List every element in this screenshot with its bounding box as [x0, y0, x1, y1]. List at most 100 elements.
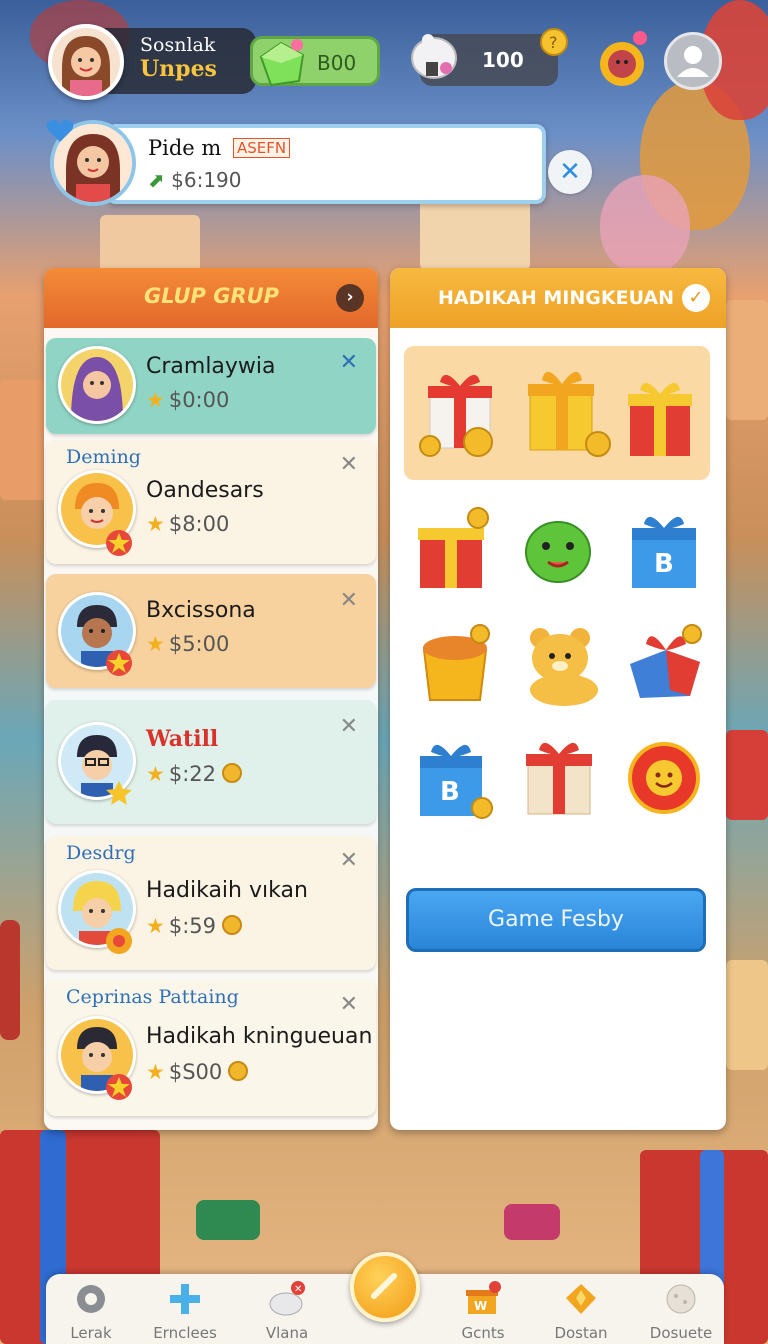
star-icon: ★ — [146, 762, 165, 786]
coin-count: 100 — [482, 48, 524, 72]
gift-icon — [628, 382, 692, 456]
nav-item-ernclees[interactable]: Ernclees — [140, 1274, 230, 1344]
list-item-name: Hadikah kningueuan — [146, 1024, 373, 1049]
group-panel: GLUP GRUP › Cramlaywia ★ $0:00 ✕ Deming O… — [44, 268, 378, 1130]
close-notification-button[interactable]: ✕ — [548, 150, 592, 194]
nav-label: Ernclees — [153, 1324, 217, 1342]
gift-icon[interactable] — [412, 504, 496, 592]
gift-icon: W — [466, 1281, 501, 1314]
star-badge-icon — [106, 1074, 132, 1100]
list-item-amount: ★ $0:00 — [146, 388, 230, 412]
gifts-panel: HADIKAH MINGKEUAN ✓ B B Game Fesby — [390, 268, 726, 1130]
list-item-name: Oandesars — [146, 478, 264, 503]
smiley-badge-icon[interactable] — [626, 740, 702, 816]
chevron-right-icon[interactable]: › — [336, 284, 364, 312]
honey-pot-icon[interactable] — [416, 620, 496, 704]
cloud-icon: ✕ — [269, 1281, 305, 1316]
featured-gifts[interactable] — [404, 346, 710, 480]
star-icon: ★ — [146, 1060, 165, 1084]
coin-icon — [222, 763, 242, 783]
coin-icon — [222, 915, 242, 935]
nav-label: Vlana — [265, 1324, 309, 1342]
list-item[interactable]: Bxcissona ★ $5:00 ✕ — [46, 574, 376, 688]
nav-label: Lerak — [70, 1324, 112, 1342]
gem-icon — [259, 39, 305, 87]
nav-item-gcnts[interactable]: W Gcnts — [438, 1274, 528, 1344]
list-item[interactable]: Watill ★ $:22 ✕ — [46, 700, 376, 824]
frog-toy-icon[interactable] — [520, 508, 600, 588]
check-icon[interactable]: ✓ — [682, 284, 710, 312]
list-item-amount: ★ $S00 — [146, 1060, 249, 1084]
gift-icon[interactable] — [522, 730, 598, 818]
list-item-name: Bxcissona — [146, 598, 256, 623]
close-icon[interactable]: ✕ — [340, 848, 358, 873]
list-item[interactable]: Cramlaywia ★ $0:00 ✕ — [46, 338, 376, 434]
notification-name: Pide m — [148, 136, 222, 160]
section-label: Desdrg — [66, 842, 136, 864]
gift-icon[interactable]: B — [626, 504, 706, 592]
nav-item-dosuete[interactable]: Dosuete — [636, 1274, 726, 1344]
list-item[interactable]: Deming Oandesars ★ $8:00 ✕ — [46, 440, 376, 564]
gifts-panel-title: HADIKAH MINGKEUAN — [438, 287, 675, 309]
close-icon[interactable]: ✕ — [340, 714, 358, 739]
bear-toy-icon[interactable] — [518, 618, 604, 706]
mascot-icon — [411, 34, 457, 79]
section-label: Ceprinas Pattaing — [66, 986, 239, 1008]
game-button[interactable]: Game Fesby — [406, 888, 706, 952]
list-item-amount: ★ $:59 — [146, 914, 242, 938]
svg-text:?: ? — [549, 33, 558, 52]
close-icon[interactable]: ✕ — [340, 350, 358, 375]
plus-icon — [170, 1284, 200, 1314]
heart-badge-icon — [46, 119, 74, 142]
gift-icon[interactable]: B — [414, 732, 498, 824]
star-badge-icon — [106, 928, 132, 954]
nav-label: Dostan — [554, 1324, 608, 1342]
list-item[interactable]: Desdrg Hadikaih vıkan ★ $:59 ✕ — [46, 836, 376, 970]
star-badge-icon — [106, 530, 132, 556]
close-icon[interactable]: ✕ — [340, 452, 358, 477]
star-icon: ★ — [146, 388, 165, 412]
star-icon: ★ — [146, 914, 165, 938]
notification-tag: ASEFN — [233, 138, 291, 158]
star-badge-icon — [106, 781, 132, 805]
gear-icon — [77, 1285, 105, 1313]
svg-text:✕: ✕ — [294, 1284, 302, 1295]
close-icon[interactable]: ✕ — [340, 992, 358, 1017]
gifts-panel-header: HADIKAH MINGKEUAN ✓ — [390, 268, 726, 328]
notification-amount: ⬈ $6:190 — [148, 168, 242, 192]
list-item-amount: ★ $:22 — [146, 762, 242, 786]
coin-counter[interactable]: 100 ? — [411, 28, 568, 86]
group-panel-header: GLUP GRUP › — [44, 268, 378, 328]
nav-item-dostan[interactable]: Dostan — [536, 1274, 626, 1344]
star-icon — [566, 1284, 596, 1314]
profile-button[interactable] — [664, 32, 722, 90]
svg-text:B: B — [440, 777, 460, 807]
coin-add-icon[interactable]: ? — [538, 26, 570, 58]
gift-icon[interactable] — [626, 620, 706, 704]
svg-text:W: W — [474, 1299, 487, 1313]
nav-label: Dosuete — [649, 1324, 713, 1342]
emoji-icon[interactable] — [596, 30, 650, 90]
player-avatar[interactable] — [48, 24, 124, 100]
list-item-name: Hadikaih vıkan — [146, 878, 308, 903]
svg-text:B: B — [654, 549, 674, 579]
list-item[interactable]: Ceprinas Pattaing Hadikah kningueuan ★ $S… — [46, 980, 376, 1116]
close-icon[interactable]: ✕ — [340, 588, 358, 613]
star-badge-icon — [106, 650, 132, 676]
gem-counter[interactable]: B00 — [250, 36, 380, 87]
nav-label: Gcnts — [461, 1324, 505, 1342]
group-panel-title: GLUP GRUP — [144, 284, 280, 308]
nav-item-vlana[interactable]: ✕ Vlana — [242, 1274, 332, 1344]
notification-toast[interactable]: ✕ Pide m ASEFN ⬈ $6:190 — [46, 119, 592, 210]
player-name: Sosnlak — [140, 34, 216, 56]
star-icon: ★ — [146, 632, 165, 656]
gem-count: B00 — [317, 51, 357, 75]
list-item-amount: ★ $5:00 — [146, 632, 230, 656]
player-rank: Unpes — [140, 56, 217, 82]
gift-icon — [419, 374, 493, 457]
avatar — [58, 346, 136, 424]
nav-item-lerak[interactable]: Lerak — [46, 1274, 136, 1344]
pencil-icon — [371, 1273, 397, 1299]
coin-icon — [228, 1061, 249, 1081]
center-action-button[interactable] — [350, 1252, 420, 1322]
